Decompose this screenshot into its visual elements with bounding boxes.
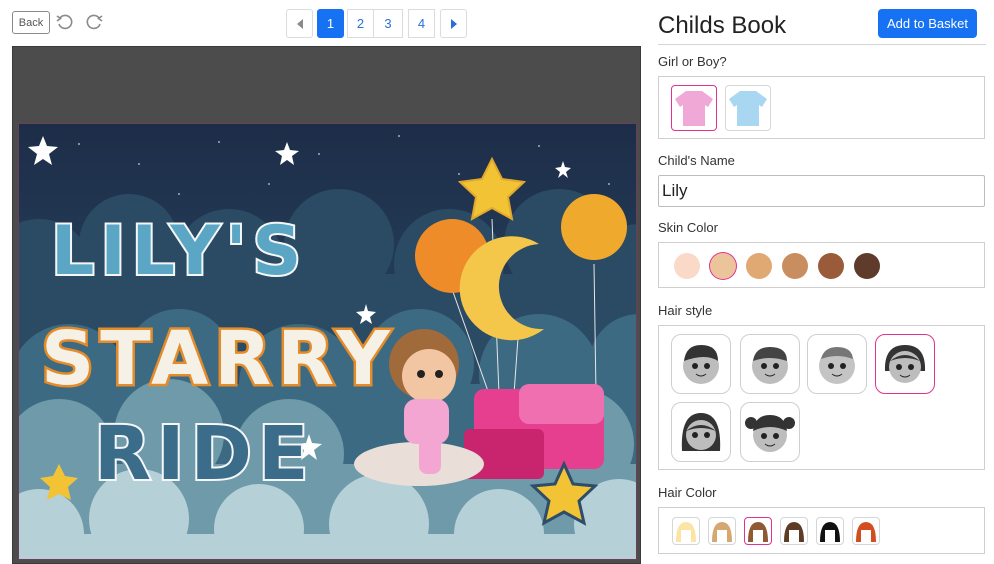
- customization-panel: Childs Book Add to Basket Girl or Boy? C…: [658, 0, 986, 564]
- hair-style-option-4[interactable]: [875, 334, 935, 394]
- hair-swatch-icon: [748, 522, 768, 542]
- hair-style-option-6[interactable]: [740, 402, 800, 462]
- girl-long-hair-icon: [681, 413, 721, 451]
- child-name-label: Child's Name: [658, 153, 735, 168]
- pink-shirt-icon: [675, 91, 713, 126]
- prev-page-button[interactable]: [286, 9, 313, 38]
- hair-style-option-2[interactable]: [740, 334, 800, 394]
- panel-title: Childs Book: [658, 12, 787, 39]
- skin-color-label: Skin Color: [658, 220, 718, 235]
- girl-bob-hair-icon: [884, 345, 926, 383]
- page-button-1[interactable]: 1: [317, 9, 344, 38]
- child-name-input[interactable]: [658, 175, 985, 207]
- cover-title-line1: LILY'S: [51, 212, 307, 291]
- next-page-button[interactable]: [440, 9, 467, 38]
- cover-title-line2: STARRY: [41, 316, 396, 402]
- page-button-3[interactable]: 3: [373, 9, 403, 38]
- hair-color-black[interactable]: [816, 517, 844, 545]
- boy-shirt-option[interactable]: [725, 85, 771, 131]
- hair-style-options: [658, 325, 985, 470]
- undo-icon[interactable]: [55, 12, 75, 32]
- hair-color-dark-brown[interactable]: [780, 517, 808, 545]
- title-divider: [658, 44, 986, 45]
- gender-label: Girl or Boy?: [658, 54, 727, 69]
- hair-swatch-icon: [856, 522, 876, 542]
- page-button-4[interactable]: 4: [408, 9, 435, 38]
- hair-color-options: [658, 507, 985, 554]
- skin-swatch-5[interactable]: [818, 253, 844, 279]
- hair-color-brown[interactable]: [744, 517, 772, 545]
- girl-pigtails-hair-icon: [745, 415, 795, 452]
- skin-swatch-1[interactable]: [674, 253, 700, 279]
- hair-style-option-1[interactable]: [671, 334, 731, 394]
- hair-color-blonde[interactable]: [672, 517, 700, 545]
- hair-swatch-icon: [676, 522, 696, 542]
- hair-swatch-icon: [712, 522, 732, 542]
- page-button-2[interactable]: 2: [347, 9, 374, 38]
- girl-shirt-option[interactable]: [671, 85, 717, 131]
- hair-swatch-icon: [784, 522, 804, 542]
- hair-color-light-brown[interactable]: [708, 517, 736, 545]
- skin-color-options: [658, 242, 985, 288]
- hair-color-red[interactable]: [852, 517, 880, 545]
- book-cover-page[interactable]: LILY'S STARRY RIDE: [18, 123, 637, 560]
- back-button[interactable]: Back: [12, 11, 50, 34]
- hair-style-option-3[interactable]: [807, 334, 867, 394]
- caret-right-icon: [450, 18, 457, 29]
- hair-style-label: Hair style: [658, 303, 713, 318]
- skin-swatch-4[interactable]: [782, 253, 808, 279]
- add-to-basket-button[interactable]: Add to Basket: [878, 9, 977, 38]
- skin-swatch-2[interactable]: [710, 253, 736, 279]
- redo-icon[interactable]: [84, 12, 104, 32]
- blue-shirt-icon: [729, 91, 767, 126]
- caret-left-icon: [296, 18, 303, 29]
- hair-color-label: Hair Color: [658, 485, 717, 500]
- cover-title-line3: RIDE: [94, 411, 315, 497]
- page-pagination: 1 2 3 4: [286, 9, 467, 38]
- boy-short-hair-icon: [683, 345, 719, 384]
- boy-buzz-hair-icon: [752, 347, 788, 384]
- hair-swatch-icon: [820, 522, 840, 542]
- gender-options: [658, 76, 985, 139]
- boy-curly-hair-icon: [819, 347, 855, 384]
- cover-illustration: LILY'S STARRY RIDE: [19, 124, 636, 559]
- hair-style-option-5[interactable]: [671, 402, 731, 462]
- skin-swatch-3[interactable]: [746, 253, 772, 279]
- skin-swatch-6[interactable]: [854, 253, 880, 279]
